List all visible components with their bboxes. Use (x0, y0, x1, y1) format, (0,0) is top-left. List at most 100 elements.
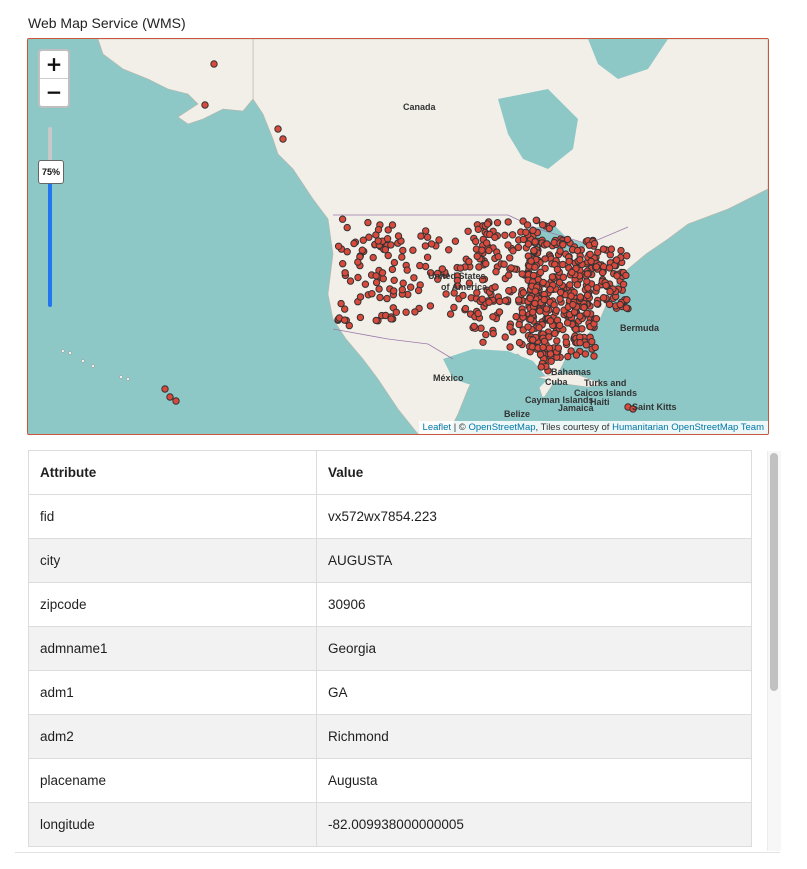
map-feature-point[interactable] (506, 254, 514, 262)
map-feature-point[interactable] (605, 264, 614, 272)
opacity-slider-handle[interactable]: 75% (38, 160, 64, 184)
map-feature-point[interactable] (388, 265, 397, 274)
map-feature-point[interactable] (580, 303, 588, 312)
map-feature-point[interactable] (545, 344, 554, 352)
map-feature-point[interactable] (361, 280, 370, 288)
map-feature-point[interactable] (495, 308, 504, 316)
map-feature-point[interactable] (527, 315, 535, 323)
map-feature-point[interactable] (518, 270, 526, 278)
map-feature-point[interactable] (567, 292, 575, 300)
map-feature-point[interactable] (592, 263, 601, 271)
map-feature-point[interactable] (593, 284, 601, 292)
map-feature-point[interactable] (416, 261, 424, 270)
map-feature-point[interactable] (564, 352, 572, 361)
map-feature-point[interactable] (539, 343, 547, 352)
map-feature-point[interactable] (369, 253, 377, 262)
map-feature-point[interactable] (539, 278, 547, 287)
zoom-in-button[interactable]: + (40, 51, 68, 78)
map-feature-point[interactable] (356, 293, 365, 301)
map-feature-point[interactable] (590, 352, 598, 360)
map-feature-point[interactable] (522, 228, 530, 237)
map-feature-point[interactable] (548, 273, 557, 281)
map-feature-point[interactable] (563, 235, 572, 244)
map-feature-point[interactable] (599, 294, 608, 302)
map-feature-point[interactable] (526, 294, 534, 302)
map-feature-point[interactable] (573, 246, 582, 255)
map-feature-point[interactable] (538, 221, 547, 229)
map-feature-point[interactable] (536, 268, 545, 277)
map-feature-point[interactable] (524, 323, 532, 331)
map-feature-point[interactable] (394, 232, 403, 240)
map-feature-point[interactable] (529, 336, 537, 344)
map-feature-point[interactable] (586, 250, 594, 259)
map-feature-point[interactable] (338, 215, 347, 223)
map-feature-point[interactable] (584, 284, 592, 292)
map-feature-point[interactable] (478, 295, 486, 303)
map-feature-point[interactable] (274, 125, 282, 133)
map-feature-point[interactable] (341, 269, 349, 277)
map-feature-point[interactable] (398, 286, 406, 294)
map-feature-point[interactable] (512, 312, 520, 321)
map-feature-point[interactable] (546, 285, 554, 294)
map-feature-point[interactable] (492, 268, 500, 276)
map-feature-point[interactable] (619, 280, 628, 289)
wms-map[interactable]: Canada United States of America México B… (27, 38, 769, 435)
map-feature-point[interactable] (515, 338, 524, 347)
map-feature-point[interactable] (600, 263, 608, 271)
map-feature-point[interactable] (593, 300, 601, 308)
map-feature-point[interactable] (411, 308, 419, 316)
map-feature-point[interactable] (583, 270, 592, 278)
map-feature-point[interactable] (607, 245, 616, 253)
map-feature-point[interactable] (590, 239, 599, 248)
map-feature-point[interactable] (390, 258, 399, 267)
map-feature-point[interactable] (473, 252, 481, 260)
map-feature-point[interactable] (535, 324, 543, 332)
map-feature-point[interactable] (374, 237, 382, 245)
map-feature-point[interactable] (161, 385, 169, 393)
map-feature-point[interactable] (368, 290, 376, 298)
map-feature-point[interactable] (582, 341, 590, 349)
map-feature-point[interactable] (529, 271, 538, 280)
map-feature-point[interactable] (587, 257, 595, 266)
map-feature-point[interactable] (562, 338, 570, 346)
map-feature-point[interactable] (543, 240, 551, 248)
map-feature-point[interactable] (576, 312, 584, 320)
leaflet-link[interactable]: Leaflet (423, 422, 452, 433)
map-feature-point[interactable] (381, 246, 389, 254)
map-feature-point[interactable] (350, 239, 358, 248)
map-feature-point[interactable] (489, 313, 497, 321)
map-feature-point[interactable] (493, 219, 502, 227)
map-feature-point[interactable] (613, 272, 621, 280)
map-feature-point[interactable] (483, 220, 492, 228)
map-feature-point[interactable] (372, 272, 380, 280)
map-feature-point[interactable] (376, 293, 384, 302)
map-feature-point[interactable] (491, 233, 499, 242)
map-feature-point[interactable] (403, 266, 411, 274)
map-feature-point[interactable] (507, 264, 515, 272)
map-feature-point[interactable] (576, 293, 584, 301)
map-feature-point[interactable] (529, 308, 537, 316)
map-feature-point[interactable] (474, 309, 482, 318)
map-feature-point[interactable] (365, 233, 373, 241)
map-feature-point[interactable] (540, 337, 549, 345)
map-feature-point[interactable] (531, 299, 539, 308)
zoom-out-button[interactable]: − (40, 78, 68, 106)
map-feature-point[interactable] (504, 241, 512, 249)
map-feature-point[interactable] (392, 308, 400, 316)
map-feature-point[interactable] (166, 393, 174, 401)
map-feature-point[interactable] (592, 315, 601, 323)
map-feature-point[interactable] (435, 236, 443, 244)
map-feature-point[interactable] (553, 265, 562, 274)
map-feature-point[interactable] (379, 275, 387, 283)
map-feature-point[interactable] (559, 273, 568, 282)
map-feature-point[interactable] (531, 263, 539, 271)
map-feature-point[interactable] (532, 216, 540, 225)
map-feature-point[interactable] (622, 271, 630, 280)
map-feature-point[interactable] (339, 260, 347, 268)
map-feature-point[interactable] (470, 322, 478, 330)
map-feature-point[interactable] (384, 226, 392, 234)
map-feature-point[interactable] (346, 277, 355, 285)
map-feature-point[interactable] (569, 300, 577, 309)
map-feature-point[interactable] (519, 289, 528, 297)
map-feature-point[interactable] (383, 235, 392, 243)
